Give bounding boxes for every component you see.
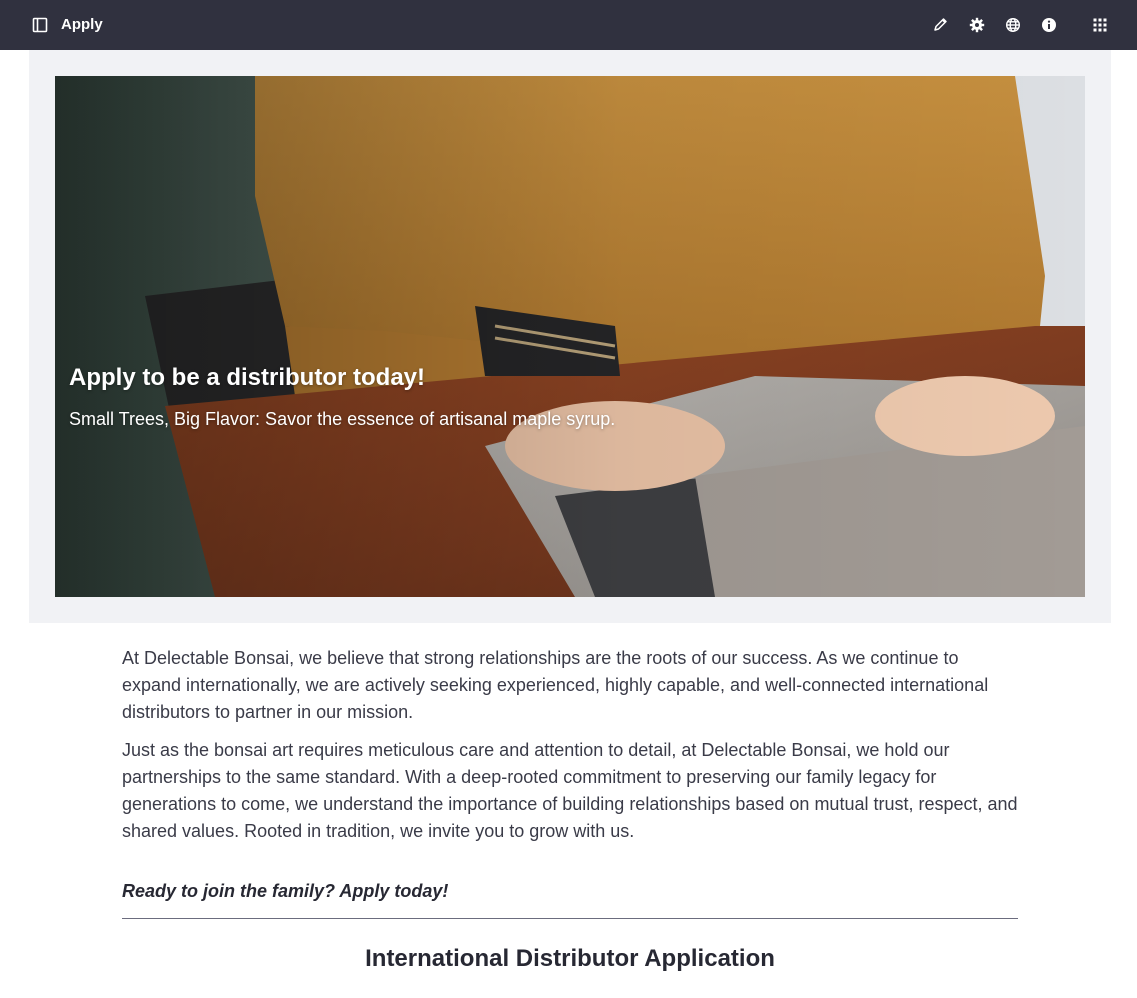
control-menu: Apply xyxy=(0,0,1137,50)
banner-section: Apply to be a distributor today! Small T… xyxy=(29,50,1111,623)
hero-background-image xyxy=(55,76,1085,597)
hero-title: Apply to be a distributor today! xyxy=(69,364,426,391)
info-icon[interactable] xyxy=(1041,17,1057,33)
hero-banner: Apply to be a distributor today! Small T… xyxy=(55,76,1085,597)
globe-icon[interactable] xyxy=(1005,17,1021,33)
intro-text: At Delectable Bonsai, we believe that st… xyxy=(122,645,1022,856)
gear-icon[interactable] xyxy=(969,17,985,33)
hero-subtitle: Small Trees, Big Flavor: Savor the essen… xyxy=(69,409,616,429)
intro-paragraph-2: Just as the bonsai art requires meticulo… xyxy=(122,740,1018,841)
sidebar-toggle-icon[interactable] xyxy=(32,17,48,33)
page-title: Apply xyxy=(61,16,103,33)
form-title: International Distributor Application xyxy=(365,945,775,972)
pencil-icon[interactable] xyxy=(932,17,948,33)
divider xyxy=(122,918,1018,919)
intro-paragraph-1: At Delectable Bonsai, we believe that st… xyxy=(122,648,989,722)
apps-grid-icon[interactable] xyxy=(1092,17,1108,33)
call-to-action: Ready to join the family? Apply today! xyxy=(122,881,449,901)
